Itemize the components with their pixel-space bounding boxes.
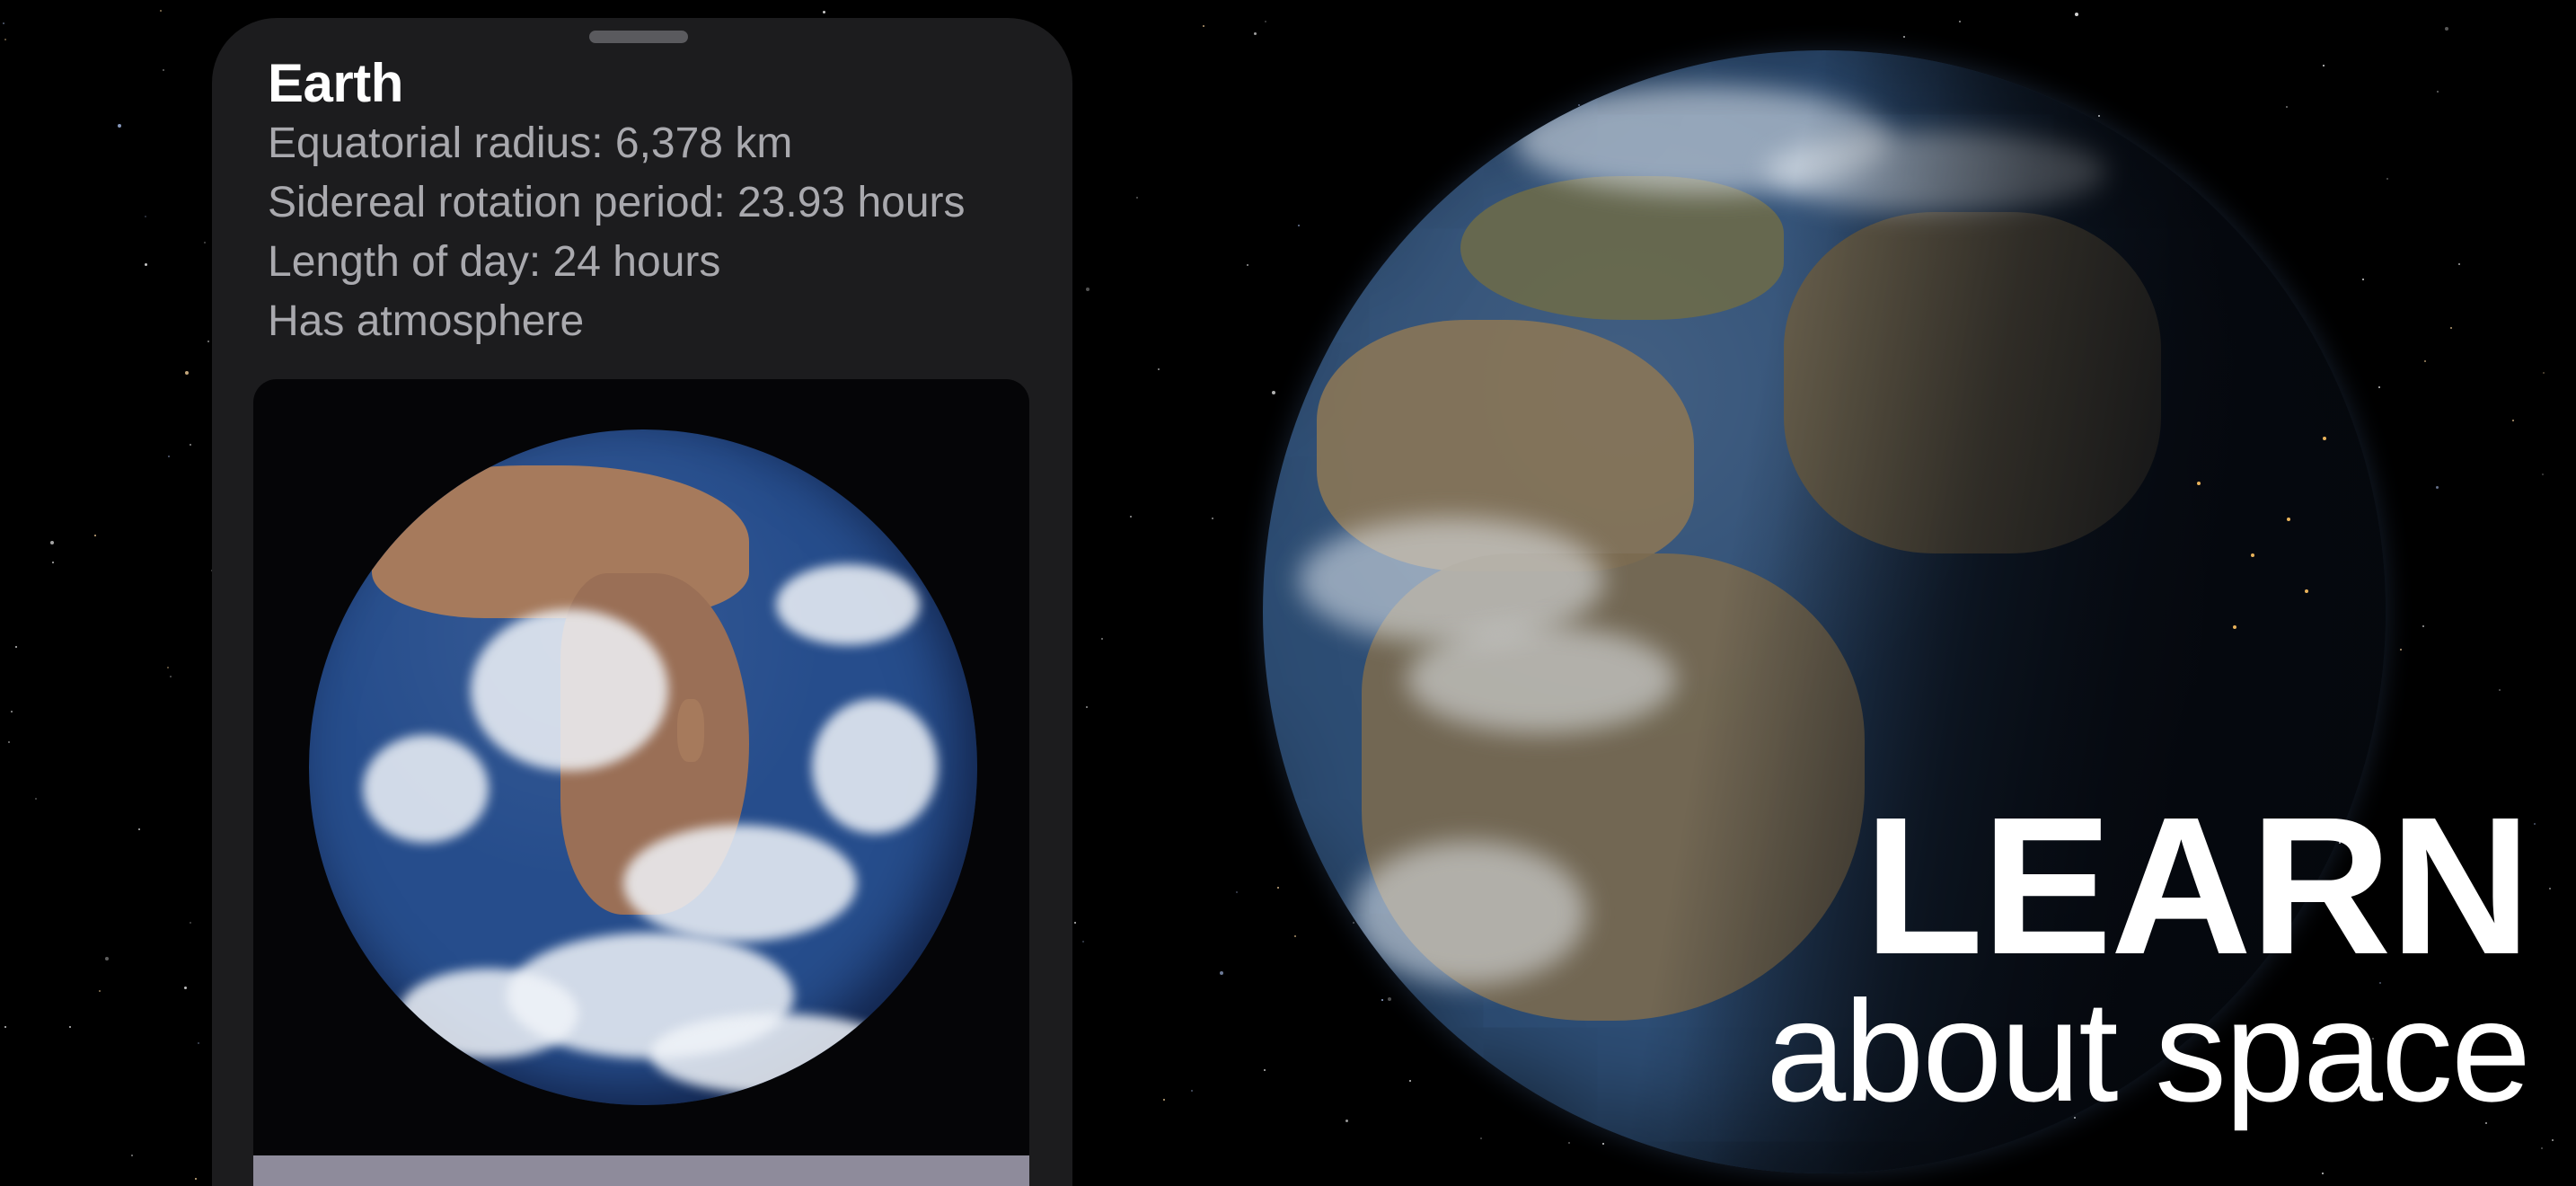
- star: [1082, 941, 1084, 943]
- star: [170, 676, 172, 677]
- star: [1086, 288, 1090, 291]
- star: [1388, 997, 1391, 1001]
- star: [52, 562, 54, 563]
- promo-subline: about space: [1766, 970, 2531, 1131]
- star: [207, 341, 209, 342]
- star: [190, 444, 191, 446]
- star: [2323, 65, 2325, 66]
- planet-title: Earth: [268, 53, 403, 113]
- star: [2549, 888, 2551, 890]
- star: [2362, 279, 2364, 280]
- star: [163, 69, 164, 71]
- star: [2378, 386, 2380, 388]
- star: [1158, 368, 1160, 370]
- star: [8, 741, 10, 743]
- star: [195, 1178, 197, 1180]
- star: [167, 667, 169, 668]
- star: [2436, 486, 2439, 489]
- star: [1277, 887, 1279, 889]
- star: [105, 957, 109, 960]
- star: [2534, 823, 2536, 825]
- star: [823, 11, 825, 13]
- star: [145, 216, 146, 217]
- star: [1236, 891, 1238, 893]
- star: [1220, 971, 1223, 975]
- star: [2386, 178, 2388, 180]
- length-of-day-label: Length of day: 24 hours: [268, 238, 721, 286]
- star: [1568, 1142, 1570, 1144]
- star: [1074, 922, 1076, 924]
- star: [1203, 25, 1204, 27]
- star: [15, 646, 17, 648]
- star: [1294, 935, 1296, 937]
- star: [1381, 999, 1383, 1001]
- star: [131, 1155, 133, 1156]
- star: [160, 10, 162, 12]
- star: [2322, 1173, 2324, 1174]
- star: [138, 828, 140, 830]
- star: [2437, 91, 2439, 93]
- star: [145, 263, 147, 266]
- star: [1247, 264, 1248, 266]
- star: [2098, 115, 2100, 117]
- star: [1163, 1099, 1165, 1101]
- star: [1602, 1143, 1604, 1145]
- star: [3, 22, 4, 24]
- star: [2542, 474, 2544, 475]
- star: [2400, 649, 2402, 651]
- star: [168, 456, 170, 457]
- star: [4, 39, 6, 40]
- star: [1191, 1090, 1193, 1092]
- equatorial-radius-label: Equatorial radius: 6,378 km: [268, 119, 793, 167]
- star: [2424, 360, 2426, 362]
- star: [185, 371, 189, 375]
- star: [2541, 1147, 2543, 1149]
- star: [1903, 36, 1905, 38]
- star: [50, 541, 54, 544]
- star: [94, 535, 96, 536]
- star: [2512, 420, 2514, 421]
- planet-detail-sheet: Earth Equatorial radius: 6,378 km Sidere…: [212, 18, 1072, 1186]
- star: [2552, 1139, 2554, 1141]
- star: [1212, 518, 1213, 519]
- star: [204, 242, 206, 243]
- star: [1345, 1120, 1348, 1122]
- star: [2499, 689, 2501, 691]
- star: [4, 1026, 6, 1028]
- star: [190, 922, 191, 924]
- star: [118, 124, 121, 128]
- star: [1264, 1069, 1266, 1071]
- star: [2458, 263, 2460, 265]
- atmosphere-label: Has atmosphere: [268, 297, 585, 345]
- promo-headline: LEARN: [1864, 777, 2531, 996]
- star: [2286, 106, 2288, 108]
- star: [99, 990, 101, 992]
- sidereal-rotation-label: Sidereal rotation period: 23.93 hours: [268, 179, 966, 226]
- star: [1409, 1080, 1411, 1082]
- star: [2450, 327, 2452, 329]
- star: [2075, 13, 2078, 16]
- earth-photo: [309, 429, 977, 1105]
- star: [1298, 225, 1300, 226]
- star: [35, 798, 37, 800]
- star: [2422, 625, 2424, 627]
- star: [2543, 372, 2545, 374]
- sheet-grabber-handle[interactable]: [589, 31, 688, 43]
- star: [1254, 32, 1257, 35]
- star: [1265, 21, 1266, 22]
- star: [1136, 197, 1138, 199]
- star: [1272, 391, 1275, 394]
- star: [69, 1026, 71, 1028]
- star: [184, 987, 187, 989]
- star: [1480, 1137, 1482, 1139]
- planet-photo-card: [253, 379, 1029, 1186]
- star: [11, 711, 13, 712]
- star: [1130, 516, 1132, 518]
- star: [1101, 638, 1103, 640]
- star: [198, 1042, 199, 1044]
- star: [1086, 706, 1088, 708]
- star: [1959, 21, 1961, 22]
- sheet-bottom-bar[interactable]: [253, 1155, 1029, 1186]
- star: [2445, 27, 2448, 31]
